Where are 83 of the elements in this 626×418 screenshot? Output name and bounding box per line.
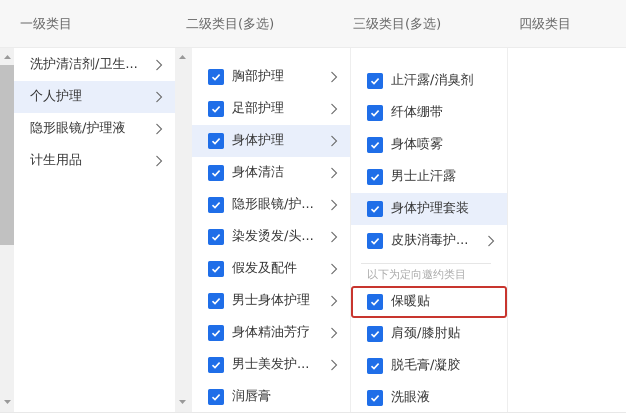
category-label: 纤体绷带 — [391, 104, 444, 122]
category-row[interactable]: 肩颈/膝肘贴 — [351, 318, 507, 350]
category-label: 止汗露/消臭剂 — [391, 72, 474, 90]
section-note: 以下为定向邀约类目 — [366, 267, 467, 283]
category-label: 身体精油芳疗 — [232, 324, 311, 342]
category-row[interactable]: 男士身体护理 — [192, 285, 350, 317]
checkbox[interactable] — [367, 358, 383, 374]
checkbox[interactable] — [208, 261, 224, 277]
category-row[interactable]: 身体护理套装 — [351, 193, 507, 225]
category-row[interactable]: 保暖贴 — [351, 286, 507, 318]
up-arrow-icon[interactable] — [179, 55, 186, 59]
category-row[interactable]: 纤体绷带 — [351, 97, 507, 129]
category-row[interactable]: 足部护理 — [192, 93, 350, 125]
category-row[interactable]: 个人护理 — [14, 81, 175, 113]
category-row[interactable]: 身体清洁 — [192, 157, 350, 189]
checkbox[interactable] — [208, 69, 224, 85]
column-header: 二级类目(多选) — [185, 16, 276, 32]
checkbox[interactable] — [208, 165, 224, 181]
category-row[interactable]: 皮肤消毒护... — [351, 225, 507, 257]
checkbox[interactable] — [367, 294, 383, 310]
category-label: 胸部护理 — [232, 68, 285, 86]
category-label: 身体护理套装 — [391, 200, 470, 218]
category-row[interactable]: 胸部护理 — [192, 61, 350, 93]
category-label: 洗眼液 — [391, 389, 431, 407]
checkbox[interactable] — [208, 101, 224, 117]
category-label: 皮肤消毒护... — [391, 232, 470, 250]
category-label: 身体护理 — [232, 132, 285, 150]
category-row[interactable]: 隐形眼镜/护理液 — [14, 113, 175, 145]
checkbox[interactable] — [208, 229, 224, 245]
checkbox[interactable] — [367, 201, 383, 217]
category-row[interactable]: 止汗露/消臭剂 — [351, 65, 507, 97]
category-label: 计生用品 — [30, 152, 83, 170]
checkbox[interactable] — [367, 105, 383, 121]
category-row[interactable]: 身体精油芳疗 — [192, 317, 350, 349]
category-row[interactable]: 洗眼液 — [351, 382, 507, 412]
column-header: 一级类目 — [19, 16, 73, 32]
category-label: 男士身体护理 — [232, 292, 311, 310]
scrollbar[interactable] — [175, 48, 192, 412]
category-row[interactable]: 洗护清洁剂/卫生... — [14, 49, 175, 81]
checkbox[interactable] — [208, 293, 224, 309]
category-row[interactable]: 脱毛膏/凝胶 — [351, 350, 507, 382]
checkbox[interactable] — [208, 325, 224, 341]
category-label: 假发及配件 — [232, 260, 298, 278]
checkbox[interactable] — [208, 389, 224, 405]
category-row[interactable]: 假发及配件 — [192, 253, 350, 285]
category-label: 隐形眼镜/护... — [232, 196, 315, 214]
category-label: 脱毛膏/凝胶 — [391, 357, 462, 375]
scroll-thumb[interactable] — [0, 65, 14, 245]
column-header: 三级类目(多选) — [352, 16, 442, 32]
down-arrow-icon[interactable] — [179, 400, 186, 404]
category-row[interactable]: 身体护理 — [192, 125, 350, 157]
checkbox[interactable] — [367, 137, 383, 153]
checkbox[interactable] — [208, 133, 224, 149]
category-row[interactable]: 润唇膏 — [192, 381, 350, 412]
category-row[interactable]: 男士美发护... — [192, 349, 350, 381]
category-label: 足部护理 — [232, 100, 285, 118]
category-label: 身体清洁 — [232, 164, 285, 182]
checkbox[interactable] — [367, 73, 383, 89]
category-row[interactable]: 染发烫发/头... — [192, 221, 350, 253]
category-row[interactable]: 隐形眼镜/护... — [192, 189, 350, 221]
category-label: 身体喷雾 — [391, 136, 444, 154]
checkbox[interactable] — [208, 197, 224, 213]
category-row[interactable]: 男士止汗露 — [351, 161, 507, 193]
category-label: 肩颈/膝肘贴 — [391, 325, 462, 343]
category-label: 隐形眼镜/护理液 — [30, 120, 126, 138]
checkbox[interactable] — [367, 233, 383, 249]
down-arrow-icon[interactable] — [4, 400, 11, 404]
category-row[interactable]: 身体喷雾 — [351, 129, 507, 161]
category-label: 男士止汗露 — [391, 168, 457, 186]
category-label: 洗护清洁剂/卫生... — [30, 56, 139, 74]
scrollbar[interactable] — [0, 48, 14, 412]
column-header: 四级类目 — [518, 16, 572, 32]
category-label: 个人护理 — [30, 88, 83, 106]
category-row[interactable]: 计生用品 — [14, 145, 175, 177]
checkbox[interactable] — [208, 357, 224, 373]
category-label: 润唇膏 — [232, 388, 272, 406]
checkbox[interactable] — [367, 169, 383, 185]
up-arrow-icon[interactable] — [4, 55, 11, 59]
checkbox[interactable] — [367, 326, 383, 342]
category-label: 男士美发护... — [232, 356, 310, 374]
category-label: 染发烫发/头... — [232, 228, 315, 246]
category-label: 保暖贴 — [391, 293, 431, 311]
checkbox[interactable] — [367, 390, 383, 406]
